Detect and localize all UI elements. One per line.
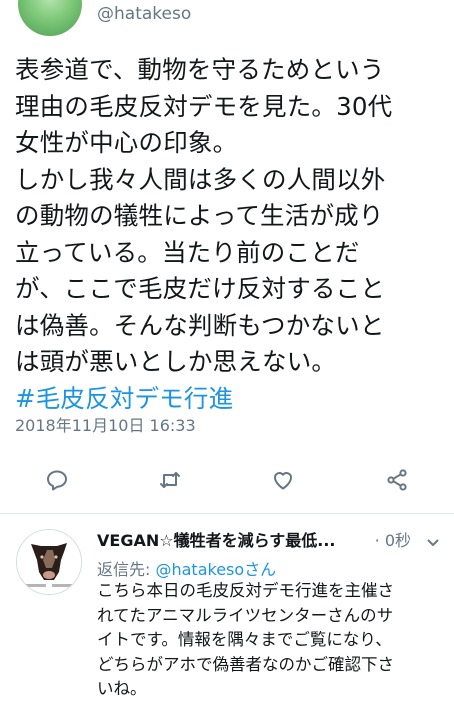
like-icon — [274, 472, 292, 490]
author-handle[interactable]: @hatakeso — [97, 4, 191, 24]
reply-button[interactable] — [41, 466, 73, 494]
tweet-text: 表参道で、動物を守るためという 理由の毛皮反対デモを見た。30代 女性が中心の印… — [15, 52, 445, 417]
retweet-button[interactable] — [154, 466, 186, 494]
divider — [0, 513, 454, 514]
hashtag-link[interactable]: #毛皮反対デモ行進 — [15, 384, 233, 413]
reply-author-name[interactable]: VEGAN☆犠牲者を減らす最低... — [97, 531, 335, 550]
reply-to-label: 返信先: — [97, 560, 156, 579]
retweet-icon — [160, 472, 180, 488]
reply-time: · 0秒 — [374, 531, 411, 550]
reply-icon — [47, 470, 67, 491]
reply-to-handle[interactable]: @hatakeso — [155, 560, 244, 579]
reply-to-mention[interactable]: @hatakesoさん — [155, 560, 276, 579]
reply-to-line: 返信先: @hatakesoさん — [97, 556, 276, 580]
tweet-action-bar — [0, 460, 454, 500]
reply-header: VEGAN☆犠牲者を減らす最低... · 0秒 — [97, 527, 447, 551]
reply-to-suffix[interactable]: さん — [244, 560, 276, 579]
tweet-timestamp: 2018年11月10日 16:33 — [15, 416, 196, 435]
tweet-body: 表参道で、動物を守るためという 理由の毛皮反対デモを見た。30代 女性が中心の印… — [15, 55, 393, 376]
author-avatar[interactable] — [18, 0, 82, 36]
chevron-down-icon[interactable] — [427, 533, 439, 547]
cow-avatar-icon — [17, 530, 81, 594]
share-icon — [387, 469, 407, 491]
reply-avatar[interactable] — [16, 529, 82, 595]
like-button[interactable] — [267, 466, 299, 494]
share-button[interactable] — [381, 466, 413, 494]
reply-text: こちら本日の毛皮反対デモ行進を主催さ れてたアニマルライツセンターさんのサ イト… — [97, 581, 394, 698]
